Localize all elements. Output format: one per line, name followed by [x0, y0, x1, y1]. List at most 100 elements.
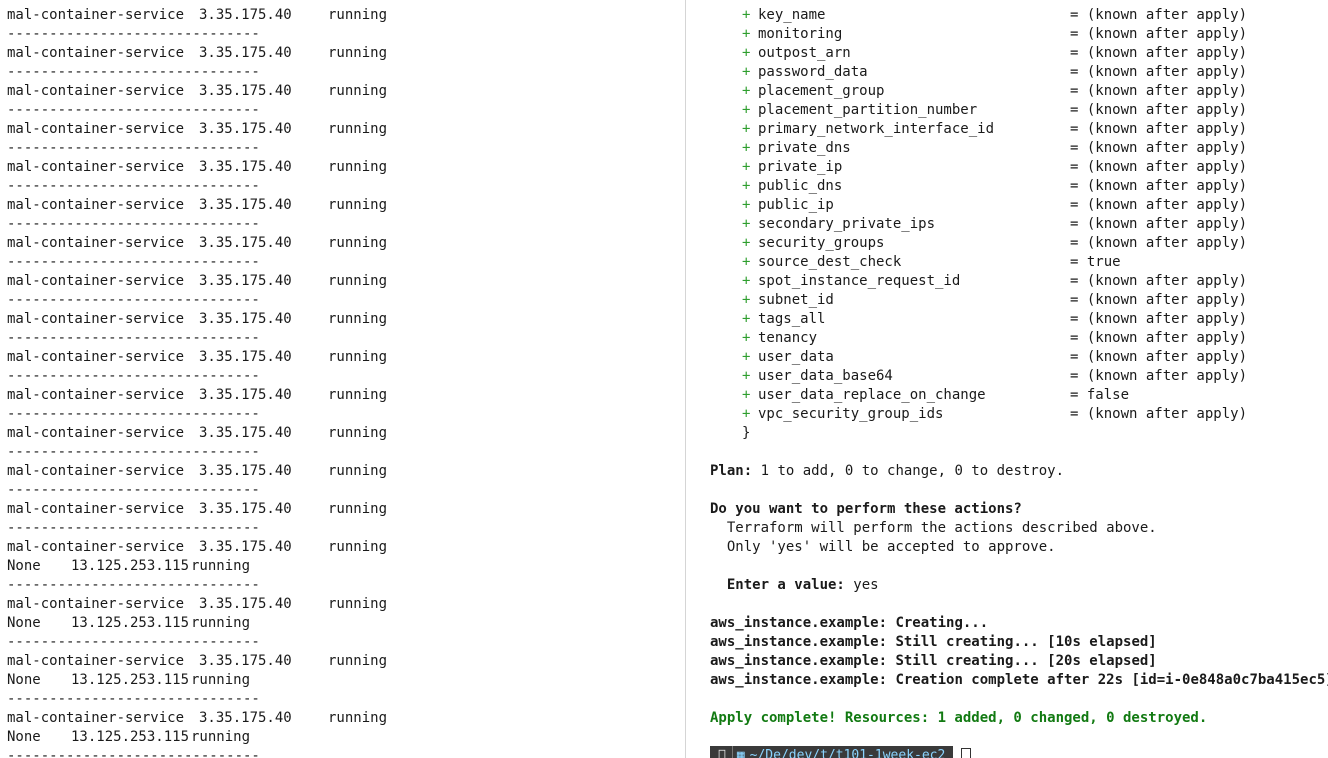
apply-log-line: aws_instance.example: Still creating... …: [710, 633, 1157, 652]
plus-marker: +: [742, 178, 751, 194]
ip-address: 3.35.175.40: [199, 349, 292, 365]
plus-marker: +: [742, 216, 751, 232]
attribute-key: security_groups: [758, 235, 885, 251]
separator-line: ------------------------------: [7, 140, 260, 156]
service-name: mal-container-service: [7, 387, 185, 403]
service-name: None: [7, 615, 41, 631]
plus-marker: +: [742, 121, 751, 137]
confirm-question: Do you want to perform these actions?: [710, 501, 1022, 517]
plus-marker: +: [742, 140, 751, 156]
ip-address: 3.35.175.40: [199, 710, 292, 726]
ip-address: 3.35.175.40: [199, 425, 292, 441]
attribute-value: = (known after apply): [1070, 102, 1248, 118]
plan-label: Plan:: [710, 463, 753, 479]
service-name: mal-container-service: [7, 425, 185, 441]
plus-marker: +: [742, 349, 751, 365]
plan-text: 1 to add, 0 to change, 0 to destroy.: [752, 463, 1065, 479]
attribute-value: = (known after apply): [1070, 292, 1248, 308]
attribute-value: = (known after apply): [1070, 197, 1248, 213]
status: running: [191, 558, 251, 574]
plus-marker: +: [742, 254, 751, 270]
plus-marker: +: [742, 387, 751, 403]
attribute-key: subnet_id: [758, 292, 834, 308]
plus-marker: +: [742, 64, 751, 80]
plus-marker: +: [742, 273, 751, 289]
enter-value-label: Enter a value:: [710, 577, 845, 593]
attribute-value: = true: [1070, 254, 1121, 270]
service-name: mal-container-service: [7, 710, 185, 726]
service-name: mal-container-service: [7, 83, 185, 99]
service-name: mal-container-service: [7, 7, 185, 23]
separator-line: ------------------------------: [7, 254, 260, 270]
attribute-key: tenancy: [758, 330, 818, 346]
attribute-key: primary_network_interface_id: [758, 121, 995, 137]
ip-address: 3.35.175.40: [199, 501, 292, 517]
status: running: [328, 539, 388, 555]
status: running: [191, 729, 251, 745]
prompt-path-segment: ▦ ~/De/dev/t/t101-1week-ec2: [731, 746, 954, 758]
enter-value: yes: [844, 577, 879, 593]
status: running: [328, 653, 388, 669]
plus-marker: +: [742, 368, 751, 384]
separator-line: ------------------------------: [7, 444, 260, 460]
service-name: mal-container-service: [7, 197, 185, 213]
status: running: [328, 121, 388, 137]
plus-marker: +: [742, 330, 751, 346]
attribute-key: public_dns: [758, 178, 843, 194]
service-name: mal-container-service: [7, 463, 185, 479]
separator-line: ------------------------------: [7, 577, 260, 593]
plus-marker: +: [742, 292, 751, 308]
attribute-value: = (known after apply): [1070, 26, 1248, 42]
separator-line: ------------------------------: [7, 691, 260, 707]
ip-address: 3.35.175.40: [199, 7, 292, 23]
enter-value-line: Enter a value: yes: [710, 576, 879, 595]
ip-address: 3.35.175.40: [199, 197, 292, 213]
attribute-value: = (known after apply): [1070, 216, 1248, 232]
ip-address: 3.35.175.40: [199, 235, 292, 251]
separator-line: ------------------------------: [7, 26, 260, 42]
ip-address: 3.35.175.40: [199, 463, 292, 479]
ip-address: 13.125.253.115: [71, 672, 190, 688]
right-terminal-pane[interactable]: + key_name = (known after apply) + monitorin…: [686, 0, 1328, 758]
terminal-cursor: [961, 748, 972, 758]
attribute-key: placement_group: [758, 83, 885, 99]
ip-address: 13.125.253.115: [71, 729, 190, 745]
attribute-value: = (known after apply): [1070, 235, 1248, 251]
log-message: Creation complete after 22s [id=i-0e848a…: [887, 672, 1328, 688]
plus-marker: +: [742, 45, 751, 61]
log-message: Still creating... [10s elapsed]: [887, 634, 1157, 650]
ip-address: 3.35.175.40: [199, 121, 292, 137]
apply-log-line: aws_instance.example: Creating...: [710, 614, 988, 633]
attribute-value: = (known after apply): [1070, 368, 1248, 384]
attribute-key: secondary_private_ips: [758, 216, 936, 232]
status: running: [328, 349, 388, 365]
attribute-key: user_data_replace_on_change: [758, 387, 986, 403]
status: running: [328, 710, 388, 726]
attribute-value: = (known after apply): [1070, 406, 1248, 422]
attribute-key: private_ip: [758, 159, 843, 175]
prompt-path: ~/De/dev/t/t101-1week-ec2: [741, 748, 946, 758]
attribute-value: = (known after apply): [1070, 121, 1248, 137]
shell-prompt:  ▦ ~/De/dev/t/t101-1week-ec2: [710, 746, 972, 758]
service-name: None: [7, 558, 41, 574]
log-resource: aws_instance.example:: [710, 634, 888, 650]
attribute-key: tags_all: [758, 311, 826, 327]
folder-icon: ▦: [737, 746, 745, 758]
plus-marker: +: [742, 235, 751, 251]
service-name: None: [7, 672, 41, 688]
attribute-key: private_dns: [758, 140, 851, 156]
plan-summary: Plan: 1 to add, 0 to change, 0 to destro…: [710, 462, 1064, 481]
service-name: mal-container-service: [7, 539, 185, 555]
left-terminal-pane[interactable]: mal-container-service 3.35.175.40 running -…: [0, 0, 685, 758]
status: running: [328, 235, 388, 251]
apply-log-line: aws_instance.example: Creation complete …: [710, 671, 1328, 690]
ip-address: 3.35.175.40: [199, 311, 292, 327]
attribute-key: outpost_arn: [758, 45, 851, 61]
plus-marker: +: [742, 159, 751, 175]
ip-address: 3.35.175.40: [199, 273, 292, 289]
log-resource: aws_instance.example:: [710, 615, 888, 631]
attribute-key: source_dest_check: [758, 254, 902, 270]
service-name: mal-container-service: [7, 349, 185, 365]
ip-address: 3.35.175.40: [199, 539, 292, 555]
apply-log-line: aws_instance.example: Still creating... …: [710, 652, 1157, 671]
